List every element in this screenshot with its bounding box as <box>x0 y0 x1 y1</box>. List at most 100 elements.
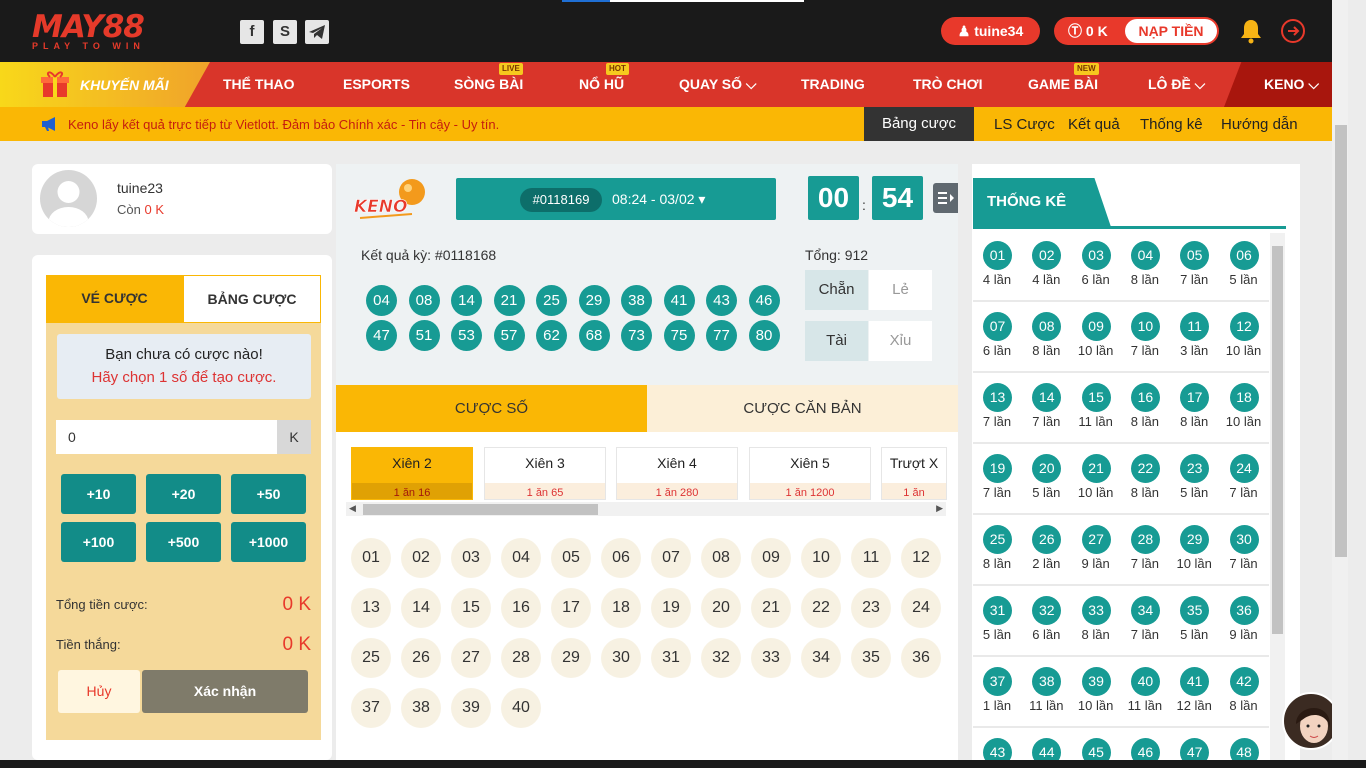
scroll-right-icon[interactable]: ▶ <box>936 503 943 514</box>
skype-icon[interactable]: S <box>273 20 297 44</box>
stat-number: 25 <box>983 525 1012 554</box>
bet-type-card[interactable]: Xiên 3 1 ăn 65 <box>484 447 606 500</box>
number-button[interactable]: 27 <box>451 638 491 678</box>
chip-10-button[interactable]: +10 <box>61 474 136 514</box>
number-button[interactable]: 04 <box>501 538 541 578</box>
nav-card-games[interactable]: GAME BÀI <box>1028 76 1098 92</box>
number-button[interactable]: 33 <box>751 638 791 678</box>
number-button[interactable]: 11 <box>851 538 891 578</box>
nav-trading[interactable]: TRADING <box>801 76 865 92</box>
number-button[interactable]: 06 <box>601 538 641 578</box>
horizontal-scroll-thumb[interactable] <box>363 504 598 515</box>
facebook-icon[interactable]: f <box>240 20 264 44</box>
stat-number: 03 <box>1081 241 1111 270</box>
confirm-button[interactable]: Xác nhận <box>142 670 308 713</box>
number-button[interactable]: 35 <box>851 638 891 678</box>
number-button[interactable]: 36 <box>901 638 941 678</box>
number-button[interactable]: 23 <box>851 588 891 628</box>
nav-slots[interactable]: NỔ HŨ <box>579 76 624 92</box>
number-button[interactable]: 32 <box>701 638 741 678</box>
bet-type-card[interactable]: Xiên 5 1 ăn 1200 <box>749 447 871 500</box>
number-button[interactable]: 31 <box>651 638 691 678</box>
cancel-button[interactable]: Hủy <box>58 670 140 713</box>
scroll-left-icon[interactable]: ◀ <box>349 503 356 514</box>
chip-1000-button[interactable]: +1000 <box>231 522 306 562</box>
number-button[interactable]: 13 <box>351 588 391 628</box>
logout-icon[interactable] <box>1280 18 1306 44</box>
number-button[interactable]: 16 <box>501 588 541 628</box>
draw-time-label: 08:24 - 03/02 <box>612 191 695 207</box>
number-button[interactable]: 19 <box>651 588 691 628</box>
number-button[interactable]: 15 <box>451 588 491 628</box>
nav-lode[interactable]: LÔ ĐỀ ⌵ <box>1148 76 1205 93</box>
logo-tagline: PLAY TO WIN <box>32 41 145 51</box>
number-button[interactable]: 07 <box>651 538 691 578</box>
nav-keno[interactable]: KENO ⌵ <box>1264 76 1319 93</box>
number-button[interactable]: 12 <box>901 538 941 578</box>
chip-500-button[interactable]: +500 <box>146 522 221 562</box>
chip-20-button[interactable]: +20 <box>146 474 221 514</box>
number-button[interactable]: 28 <box>501 638 541 678</box>
number-button[interactable]: 29 <box>551 638 591 678</box>
telegram-icon[interactable] <box>305 20 329 44</box>
stat-count: 7 lần <box>1229 556 1258 571</box>
number-button[interactable]: 03 <box>451 538 491 578</box>
chip-50-button[interactable]: +50 <box>231 474 306 514</box>
draw-time[interactable]: 08:24 - 03/02 ▾ <box>612 191 705 208</box>
stat-number: 11 <box>1180 312 1210 341</box>
number-button[interactable]: 01 <box>351 538 391 578</box>
subnav-statistics[interactable]: Thống kê <box>1140 116 1203 133</box>
number-button[interactable]: 14 <box>401 588 441 628</box>
nav-sports[interactable]: THỂ THAO <box>223 76 295 92</box>
chip-100-button[interactable]: +100 <box>61 522 136 562</box>
bell-icon[interactable] <box>1240 18 1262 44</box>
subnav-results[interactable]: Kết quả <box>1068 116 1120 133</box>
balance-pill[interactable]: Ⓣ 0 K NẠP TIỀN <box>1054 17 1219 45</box>
number-button[interactable]: 24 <box>901 588 941 628</box>
bet-amount-input[interactable]: 0 <box>56 420 277 454</box>
number-button[interactable]: 17 <box>551 588 591 628</box>
tab-basic-bet[interactable]: CƯỢC CĂN BẢN <box>647 385 958 432</box>
tab-bet-slip[interactable]: VÉ CƯỢC <box>46 275 183 323</box>
number-button[interactable]: 26 <box>401 638 441 678</box>
nav-casino[interactable]: SÒNG BÀI <box>454 76 523 92</box>
number-button[interactable]: 20 <box>701 588 741 628</box>
subnav-guide[interactable]: Hướng dẫn <box>1221 116 1298 133</box>
stats-scroll-thumb[interactable] <box>1272 246 1283 634</box>
bet-type-card[interactable]: Xiên 2 1 ăn 16 <box>351 447 473 500</box>
may88-logo[interactable]: MAY88 PLAY TO WIN <box>32 12 177 52</box>
deposit-button[interactable]: NẠP TIỀN <box>1125 19 1217 43</box>
number-button[interactable]: 21 <box>751 588 791 628</box>
subnav-bet-history[interactable]: LS Cược <box>994 116 1055 133</box>
number-button[interactable]: 18 <box>601 588 641 628</box>
subnav-bet-board[interactable]: Bảng cược <box>864 107 974 141</box>
bet-type-card[interactable]: Xiên 4 1 ăn 280 <box>616 447 738 500</box>
number-button[interactable]: 30 <box>601 638 641 678</box>
number-button[interactable]: 37 <box>351 688 391 728</box>
number-button[interactable]: 09 <box>751 538 791 578</box>
number-button[interactable]: 02 <box>401 538 441 578</box>
balance-value: 0 K <box>144 202 164 217</box>
promo-label[interactable]: KHUYẾN MÃI <box>80 77 169 93</box>
number-button[interactable]: 05 <box>551 538 591 578</box>
number-button[interactable]: 40 <box>501 688 541 728</box>
number-button[interactable]: 34 <box>801 638 841 678</box>
bet-type-odds: 1 ăn 1200 <box>750 483 870 499</box>
number-button[interactable]: 10 <box>801 538 841 578</box>
history-toggle-button[interactable] <box>933 183 958 213</box>
bet-type-title: Xiên 5 <box>790 455 830 471</box>
user-button[interactable]: ♟ tuine34 <box>941 17 1040 45</box>
nav-esports[interactable]: ESPORTS <box>343 76 410 92</box>
number-button[interactable]: 38 <box>401 688 441 728</box>
number-button[interactable]: 25 <box>351 638 391 678</box>
number-button[interactable]: 22 <box>801 588 841 628</box>
bet-type-card[interactable]: Trượt X 1 ăn <box>881 447 947 500</box>
nav-lottery[interactable]: QUAY SỐ ⌵ <box>679 76 757 93</box>
number-button[interactable]: 39 <box>451 688 491 728</box>
empty-title: Bạn chưa có cược nào! <box>105 346 263 363</box>
tab-number-bet[interactable]: CƯỢC SỐ <box>336 385 647 432</box>
page-scroll-thumb[interactable] <box>1335 125 1347 557</box>
tab-bet-board[interactable]: BẢNG CƯỢC <box>183 275 321 323</box>
nav-games[interactable]: TRÒ CHƠI <box>913 76 983 92</box>
number-button[interactable]: 08 <box>701 538 741 578</box>
